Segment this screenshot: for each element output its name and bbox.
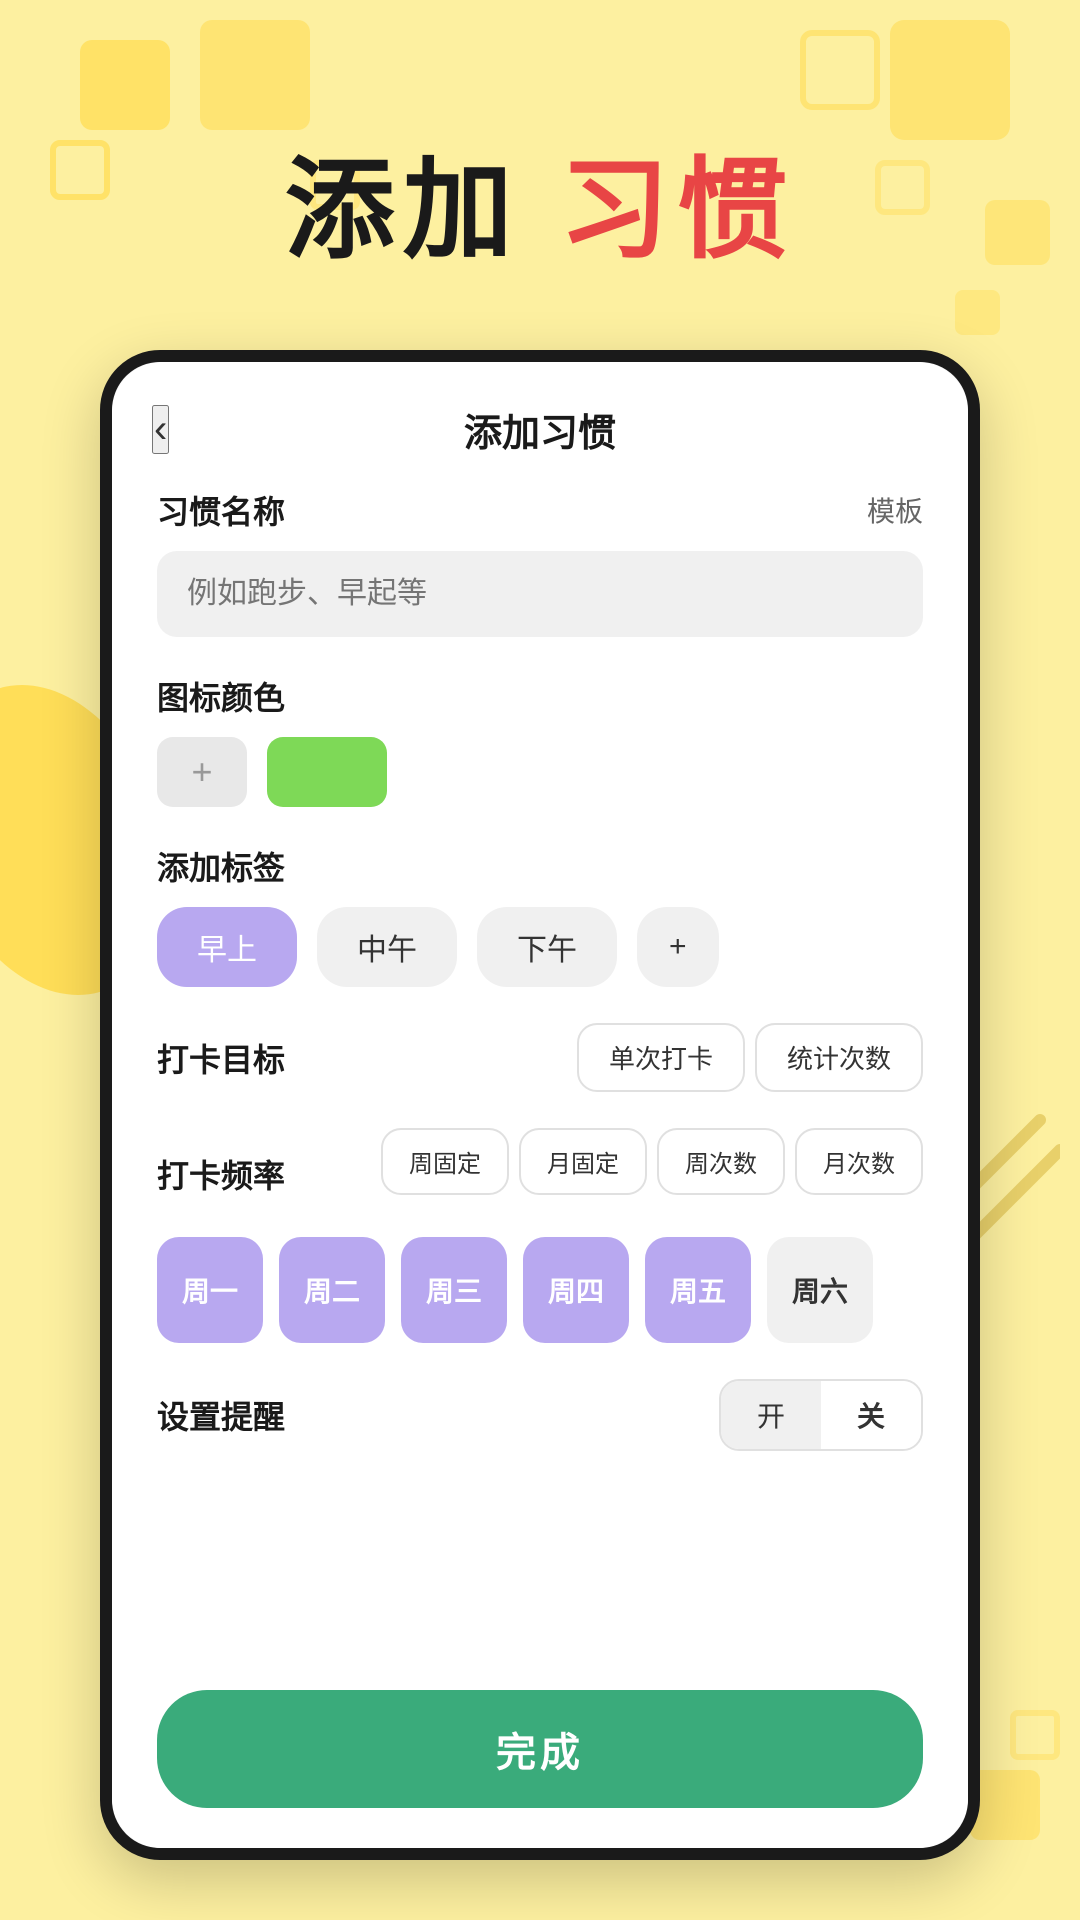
icon-color-header: 图标颜色 xyxy=(157,673,923,719)
tag-morning[interactable]: 早上 xyxy=(157,907,297,987)
day-wed[interactable]: 周三 xyxy=(401,1237,507,1343)
tags-section: 添加标签 早上 中午 下午 + xyxy=(157,843,923,987)
page-title-area: 添加 习惯 xyxy=(0,120,1080,280)
screen-body: 习惯名称 模板 图标颜色 + 添加标 xyxy=(112,477,968,1666)
freq-tab-week-fixed[interactable]: 周固定 xyxy=(381,1128,509,1195)
checkin-goal-header: 打卡目标 单次打卡 统计次数 xyxy=(157,1023,923,1092)
color-swatch-green[interactable] xyxy=(267,737,387,807)
count-checkin-btn[interactable]: 统计次数 xyxy=(755,1023,923,1092)
phone-screen: ‹ 添加习惯 习惯名称 模板 图标颜色 + xyxy=(112,362,968,1848)
reminder-section: 设置提醒 开 关 xyxy=(157,1379,923,1451)
back-button[interactable]: ‹ xyxy=(152,405,169,454)
icon-color-row: + xyxy=(157,737,923,807)
habit-name-header: 习惯名称 模板 xyxy=(157,487,923,533)
screen-title: 添加习惯 xyxy=(464,402,616,457)
habit-name-label: 习惯名称 xyxy=(157,487,285,533)
complete-button[interactable]: 完成 xyxy=(157,1690,923,1808)
frequency-tabs: 周固定 月固定 周次数 月次数 xyxy=(381,1128,923,1195)
tag-afternoon[interactable]: 下午 xyxy=(477,907,617,987)
days-row: 周一 周二 周三 周四 周五 周六 周日 xyxy=(157,1237,923,1343)
freq-tab-week-count[interactable]: 周次数 xyxy=(657,1128,785,1195)
icon-color-label: 图标颜色 xyxy=(157,673,285,719)
template-action[interactable]: 模板 xyxy=(867,490,923,530)
habit-name-section: 习惯名称 模板 xyxy=(157,487,923,637)
icon-color-section: 图标颜色 + xyxy=(157,673,923,807)
complete-btn-area: 完成 xyxy=(112,1666,968,1848)
screen-header: ‹ 添加习惯 xyxy=(112,362,968,477)
checkin-frequency-label: 打卡频率 xyxy=(157,1151,285,1197)
single-checkin-btn[interactable]: 单次打卡 xyxy=(577,1023,745,1092)
tags-row: 早上 中午 下午 + xyxy=(157,907,923,987)
checkin-frequency-section: 打卡频率 周固定 月固定 周次数 月次数 周一 周二 周三 周四 周五 周六 周… xyxy=(157,1128,923,1343)
reminder-toggle: 开 关 xyxy=(719,1379,923,1451)
tags-header: 添加标签 xyxy=(157,843,923,889)
freq-tab-month-fixed[interactable]: 月固定 xyxy=(519,1128,647,1195)
reminder-on-btn[interactable]: 开 xyxy=(721,1381,821,1449)
title-red: 习惯 xyxy=(559,149,795,272)
tags-label: 添加标签 xyxy=(157,843,285,889)
title-black: 添加 xyxy=(285,149,521,272)
reminder-header: 设置提醒 开 关 xyxy=(157,1379,923,1451)
checkin-goal-section: 打卡目标 单次打卡 统计次数 xyxy=(157,1023,923,1092)
freq-tab-month-count[interactable]: 月次数 xyxy=(795,1128,923,1195)
day-fri[interactable]: 周五 xyxy=(645,1237,751,1343)
plus-icon: + xyxy=(191,751,212,793)
icon-add-button[interactable]: + xyxy=(157,737,247,807)
tag-noon[interactable]: 中午 xyxy=(317,907,457,987)
day-tue[interactable]: 周二 xyxy=(279,1237,385,1343)
reminder-label: 设置提醒 xyxy=(157,1392,285,1438)
day-thu[interactable]: 周四 xyxy=(523,1237,629,1343)
reminder-off-btn[interactable]: 关 xyxy=(821,1381,921,1449)
checkin-frequency-header: 打卡频率 周固定 月固定 周次数 月次数 xyxy=(157,1128,923,1219)
habit-name-input[interactable] xyxy=(157,551,923,637)
day-sat[interactable]: 周六 xyxy=(767,1237,873,1343)
tag-add-button[interactable]: + xyxy=(637,907,719,987)
phone-mockup: ‹ 添加习惯 习惯名称 模板 图标颜色 + xyxy=(100,350,980,1860)
day-mon[interactable]: 周一 xyxy=(157,1237,263,1343)
checkin-goal-label: 打卡目标 xyxy=(157,1035,285,1081)
checkin-goal-toggle: 单次打卡 统计次数 xyxy=(577,1023,923,1092)
